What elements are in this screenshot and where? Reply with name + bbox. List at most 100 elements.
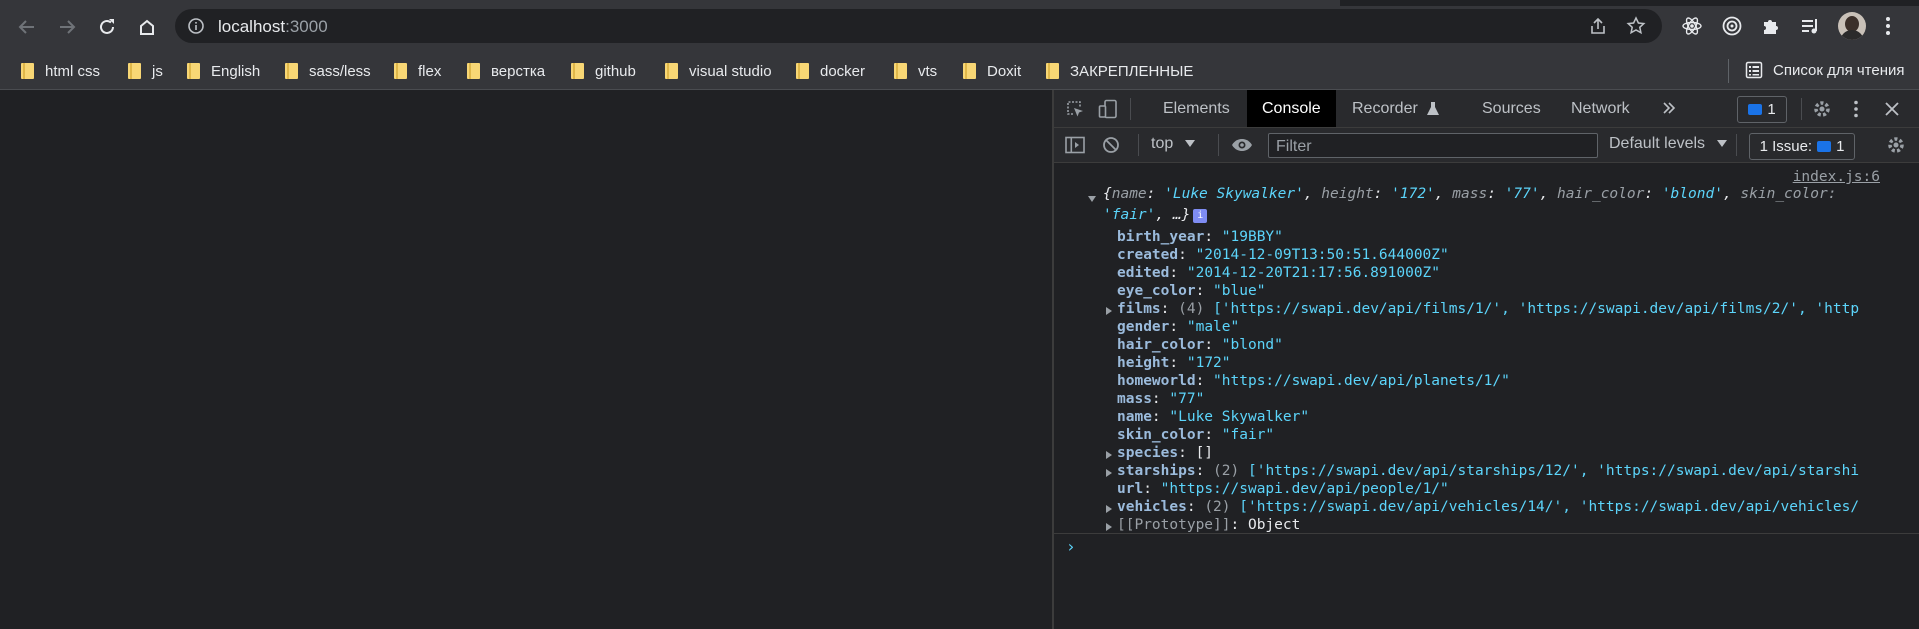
bookmark-folder[interactable]: English bbox=[187, 61, 260, 81]
site-info-icon[interactable] bbox=[187, 17, 205, 35]
issues-label: 1 Issue: bbox=[1759, 138, 1813, 155]
tab-sources[interactable]: Sources bbox=[1467, 90, 1556, 127]
console-messages-badge[interactable]: 1 bbox=[1737, 96, 1787, 123]
tab-recorder[interactable]: Recorder bbox=[1337, 90, 1458, 127]
active-tab[interactable] bbox=[0, 0, 1340, 6]
expand-toggle[interactable] bbox=[1106, 469, 1112, 477]
collapse-object-toggle[interactable] bbox=[1088, 196, 1096, 202]
folder-icon bbox=[21, 63, 35, 79]
folder-icon bbox=[467, 63, 481, 79]
home-button[interactable] bbox=[132, 12, 162, 42]
summary-name: 'Luke Skywalker' bbox=[1164, 186, 1304, 202]
reload-button[interactable] bbox=[92, 12, 122, 42]
redux-extension[interactable] bbox=[1718, 12, 1746, 40]
divider bbox=[1801, 98, 1802, 120]
chrome-menu-button[interactable] bbox=[1874, 12, 1902, 40]
tab-elements[interactable]: Elements bbox=[1148, 90, 1245, 127]
reading-list-toolbar-button[interactable] bbox=[1796, 12, 1824, 40]
reading-list-button[interactable]: Список для чтения bbox=[1728, 59, 1905, 83]
issues-count: 1 bbox=[1836, 138, 1845, 155]
issues-button[interactable]: 1 Issue: 1 bbox=[1749, 133, 1855, 160]
object-summary[interactable]: {name: 'Luke Skywalker', height: '172', … bbox=[1103, 184, 1893, 226]
tab-network[interactable]: Network bbox=[1556, 90, 1645, 127]
react-devtools-extension[interactable] bbox=[1678, 12, 1706, 40]
expand-toggle[interactable] bbox=[1106, 523, 1112, 531]
share-icon[interactable] bbox=[1588, 16, 1608, 36]
url-text[interactable]: localhost:3000 bbox=[218, 17, 328, 37]
property-value: "77" bbox=[1169, 391, 1205, 407]
expand-toggle[interactable] bbox=[1106, 307, 1112, 315]
bookmark-folder[interactable]: верстка bbox=[467, 61, 545, 81]
context-selector[interactable]: top bbox=[1151, 135, 1195, 153]
devtools-settings-button[interactable] bbox=[1810, 97, 1834, 121]
arrow-left-icon bbox=[18, 20, 34, 34]
bookmark-folder[interactable]: vts bbox=[894, 61, 937, 81]
array-count: (4) bbox=[1178, 301, 1205, 317]
device-toolbar-button[interactable] bbox=[1097, 98, 1119, 120]
devtools-menu-button[interactable] bbox=[1846, 97, 1866, 121]
console-filter-input[interactable]: Filter bbox=[1268, 133, 1598, 158]
property-key: eye_color bbox=[1117, 283, 1196, 299]
folder-icon bbox=[128, 63, 142, 79]
console-prompt[interactable]: › bbox=[1066, 537, 1076, 556]
bookmark-folder[interactable]: visual studio bbox=[665, 61, 772, 81]
property-key: height bbox=[1117, 355, 1170, 371]
summary-height: '172' bbox=[1391, 186, 1435, 202]
log-levels-dropdown[interactable]: Default levels bbox=[1609, 135, 1727, 153]
property-key: films bbox=[1117, 301, 1161, 317]
property-key: vehicles bbox=[1117, 499, 1187, 515]
flask-icon bbox=[1426, 102, 1439, 115]
bookmark-folder[interactable]: sass/less bbox=[285, 61, 371, 81]
summary-hair-color: 'blond' bbox=[1661, 186, 1723, 202]
folder-icon bbox=[285, 63, 299, 79]
home-icon bbox=[140, 19, 154, 35]
back-button[interactable] bbox=[12, 12, 42, 42]
context-label: top bbox=[1151, 135, 1174, 152]
property-value: "https://swapi.dev/api/planets/1/" bbox=[1213, 373, 1510, 389]
tab-console[interactable]: Console bbox=[1247, 90, 1336, 127]
property-key: name bbox=[1117, 409, 1152, 425]
clear-console-button[interactable] bbox=[1100, 135, 1122, 155]
bookmark-folder[interactable]: html css bbox=[21, 61, 100, 81]
bookmark-folder[interactable]: flex bbox=[394, 61, 441, 81]
folder-icon bbox=[894, 63, 908, 79]
property-key: homeworld bbox=[1117, 373, 1196, 389]
bookmark-folder[interactable]: ЗАКРЕПЛЕННЫЕ bbox=[1046, 61, 1193, 81]
expand-toggle[interactable] bbox=[1106, 505, 1112, 513]
bookmark-folder[interactable]: js bbox=[128, 61, 163, 81]
expand-toggle[interactable] bbox=[1106, 451, 1112, 459]
bookmark-label: vts bbox=[918, 62, 938, 80]
show-sidebar-button[interactable] bbox=[1064, 135, 1086, 155]
eye-icon bbox=[1232, 139, 1252, 151]
property-value: ['https://swapi.dev/api/films/1/', 'http… bbox=[1213, 301, 1860, 317]
block-icon bbox=[1103, 137, 1119, 153]
bookmark-folder[interactable]: Doxit bbox=[963, 61, 1021, 81]
inspect-element-button[interactable] bbox=[1064, 98, 1086, 120]
forward-button[interactable] bbox=[52, 12, 82, 42]
bookmark-star-icon[interactable] bbox=[1626, 16, 1646, 36]
bookmark-folder[interactable]: github bbox=[571, 61, 636, 81]
close-devtools-button[interactable] bbox=[1880, 97, 1904, 121]
url-host: localhost bbox=[218, 17, 286, 36]
page-viewport[interactable] bbox=[0, 90, 1052, 629]
summary-mass: '77' bbox=[1504, 186, 1540, 202]
caret-down-icon bbox=[1716, 140, 1727, 147]
console-output: index.js:6 {name: 'Luke Skywalker', heig… bbox=[1054, 163, 1919, 629]
console-toolbar: top Filter Default levels 1 Issue: 1 bbox=[1054, 128, 1919, 163]
profile-avatar[interactable] bbox=[1838, 12, 1866, 40]
bookmark-folder[interactable]: docker bbox=[796, 61, 865, 81]
extensions-button[interactable] bbox=[1757, 12, 1785, 40]
property-key: edited bbox=[1117, 265, 1170, 281]
issue-icon bbox=[1817, 141, 1832, 152]
property-value: ['https://swapi.dev/api/vehicles/14/', '… bbox=[1239, 499, 1860, 515]
address-bar[interactable]: localhost:3000 bbox=[175, 9, 1662, 43]
console-settings-button[interactable] bbox=[1884, 135, 1908, 155]
puzzle-icon bbox=[1764, 20, 1778, 34]
source-link[interactable]: index.js:6 bbox=[1793, 169, 1880, 185]
info-icon[interactable]: i bbox=[1193, 209, 1208, 223]
divider bbox=[1736, 134, 1737, 156]
cursor-select-icon bbox=[1067, 101, 1083, 117]
more-tabs-button[interactable] bbox=[1659, 98, 1679, 118]
live-expression-button[interactable] bbox=[1229, 136, 1255, 154]
arrow-right-icon bbox=[60, 20, 76, 34]
